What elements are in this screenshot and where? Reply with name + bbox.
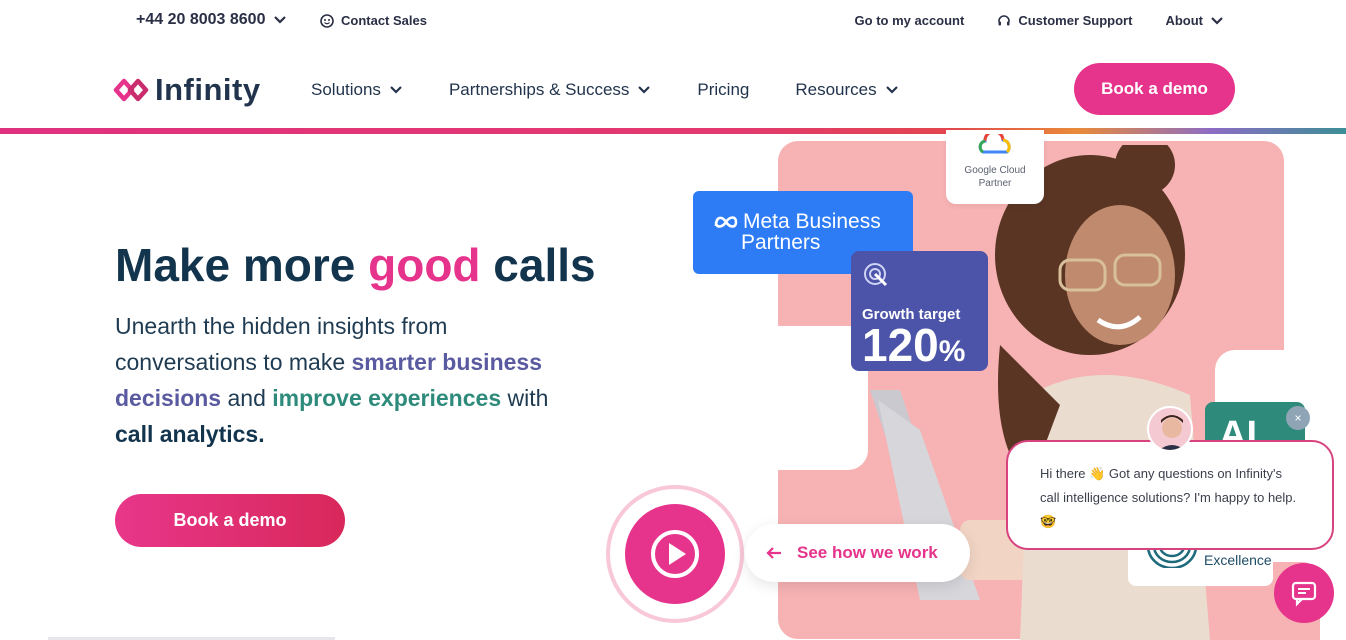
play-video-button[interactable] bbox=[625, 504, 725, 604]
book-demo-button-hero[interactable]: Book a demo bbox=[115, 494, 345, 547]
menu-item-partnerships[interactable]: Partnerships & Success bbox=[449, 80, 651, 100]
google-cloud-icon bbox=[978, 134, 1011, 154]
google-line1: Google Cloud bbox=[964, 165, 1026, 176]
meta-line2: Partners bbox=[741, 231, 821, 254]
growth-unit: % bbox=[938, 335, 966, 368]
smile-icon bbox=[320, 13, 334, 28]
hero-title-part: calls bbox=[480, 239, 596, 291]
target-click-icon bbox=[864, 263, 888, 287]
account-link[interactable]: Go to my account bbox=[855, 13, 965, 28]
hero-title: Make more good calls bbox=[115, 238, 596, 292]
chevron-down-icon bbox=[1211, 16, 1223, 25]
google-cloud-partner-badge: Google Cloud Partner bbox=[946, 130, 1044, 204]
chevron-down-icon bbox=[638, 86, 651, 94]
chat-launcher-button[interactable] bbox=[1274, 563, 1334, 623]
menu-label: Pricing bbox=[697, 80, 750, 99]
infinity-logo[interactable]: Infinity bbox=[113, 72, 261, 108]
customer-support-label: Customer Support bbox=[1018, 13, 1133, 28]
see-how-label: See how we work bbox=[797, 543, 938, 562]
meta-line1: Meta Business bbox=[743, 210, 881, 233]
about-menu[interactable]: About bbox=[1165, 13, 1224, 28]
logo-text: Infinity bbox=[155, 72, 261, 107]
contact-sales-label: Contact Sales bbox=[341, 13, 427, 28]
hero-sub-text: with bbox=[501, 385, 549, 411]
chat-agent-avatar bbox=[1147, 406, 1193, 452]
chat-message: Hi there 👋 Got any questions on Infinity… bbox=[1040, 466, 1297, 529]
chevron-down-icon bbox=[274, 16, 287, 24]
utility-right-links: Go to my account Customer Support About bbox=[855, 13, 1224, 28]
header-gradient-divider bbox=[0, 128, 1346, 134]
menu-label: Resources bbox=[795, 80, 877, 99]
phone-number: +44 20 8003 8600 bbox=[136, 11, 266, 28]
primary-menu: Solutions Partnerships & Success Pricing… bbox=[311, 80, 945, 100]
menu-label: Partnerships & Success bbox=[448, 80, 630, 99]
about-label: About bbox=[1165, 13, 1203, 28]
customer-support-link[interactable]: Customer Support bbox=[997, 13, 1132, 28]
play-icon bbox=[651, 530, 699, 578]
google-line2: Partner bbox=[978, 178, 1012, 189]
book-demo-button-header[interactable]: Book a demo bbox=[1074, 63, 1235, 115]
menu-item-pricing[interactable]: Pricing bbox=[697, 80, 749, 100]
menu-item-resources[interactable]: Resources bbox=[795, 80, 898, 100]
growth-value: 120% bbox=[862, 322, 977, 374]
growth-number: 120 bbox=[862, 319, 939, 371]
headset-icon bbox=[998, 14, 1011, 25]
chat-icon bbox=[1291, 581, 1317, 607]
chevron-down-icon bbox=[390, 86, 402, 94]
hero-sub-highlight-teal: improve experiences bbox=[272, 385, 502, 411]
phone-selector[interactable]: +44 20 8003 8600 bbox=[136, 11, 287, 29]
chat-greeting-bubble[interactable]: Hi there 👋 Got any questions on Infinity… bbox=[1006, 440, 1334, 550]
main-nav: Infinity Solutions Partnerships & Succes… bbox=[0, 56, 1346, 124]
chevron-down-icon bbox=[885, 86, 898, 94]
hero-title-highlight: good bbox=[368, 239, 481, 291]
hero-title-part: Make more bbox=[115, 239, 369, 291]
growth-target-card: Growth target 120% bbox=[851, 251, 988, 371]
chat-close-button[interactable]: × bbox=[1286, 406, 1310, 430]
arrow-left-icon bbox=[766, 547, 781, 559]
menu-item-solutions[interactable]: Solutions bbox=[311, 80, 403, 100]
hero-sub-bold: call analytics. bbox=[115, 421, 265, 447]
meta-icon bbox=[714, 216, 738, 228]
excellence-text: Excellence bbox=[1204, 552, 1272, 568]
hero-subtitle: Unearth the hidden insights from convers… bbox=[115, 308, 585, 452]
see-how-we-work-button[interactable]: See how we work bbox=[745, 524, 970, 582]
hero-sub-text: and bbox=[221, 385, 273, 411]
menu-label: Solutions bbox=[311, 80, 381, 99]
utility-bar: +44 20 8003 8600 Contact Sales Go to my … bbox=[0, 0, 1346, 44]
infinity-logo-icon bbox=[113, 78, 149, 102]
contact-sales-link[interactable]: Contact Sales bbox=[320, 13, 427, 28]
